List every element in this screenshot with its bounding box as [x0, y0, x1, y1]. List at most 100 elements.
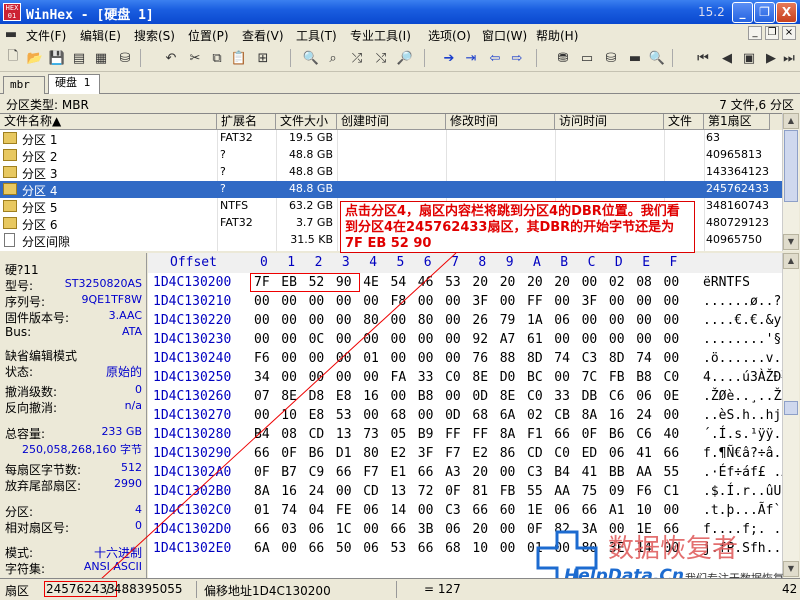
hex-byte[interactable]: 50 — [336, 541, 352, 556]
scroll-up-button[interactable]: ▲ — [783, 113, 799, 129]
hex-row[interactable]: 1D4C130250 34 00 00 00 00 FA 33 C0 8E D0 BC 00 7C FB B8… — [148, 368, 782, 387]
hex-byte[interactable]: 06 — [363, 503, 379, 518]
file-list-row[interactable]: 分区 2? 48.8 GB 40965813 — [0, 147, 782, 164]
hex-byte[interactable]: 00 — [254, 332, 270, 347]
hex-byte[interactable]: C1 — [664, 484, 680, 499]
hex-byte[interactable]: FF — [445, 427, 461, 442]
hex-byte[interactable]: 6A — [500, 408, 516, 423]
hex-byte[interactable]: 68 — [445, 541, 461, 556]
hex-byte[interactable]: FB — [609, 370, 625, 385]
hex-byte[interactable]: CD — [527, 446, 543, 461]
hex-byte[interactable]: C3 — [445, 503, 461, 518]
hex-byte[interactable]: CD — [363, 484, 379, 499]
hex-byte[interactable]: E1 — [391, 465, 407, 480]
hex-byte[interactable]: 13 — [336, 427, 352, 442]
hex-byte[interactable]: 66 — [554, 427, 570, 442]
hex-byte[interactable]: 75 — [582, 484, 598, 499]
hex-byte[interactable]: 66 — [391, 522, 407, 537]
hex-row[interactable]: 1D4C130240 F6 00 00 00 01 00 00 00 76 88 8D 74 C3 8D 74… — [148, 349, 782, 368]
hex-byte[interactable]: C0 — [527, 389, 543, 404]
hex-byte[interactable]: B9 — [418, 427, 434, 442]
hex-byte[interactable]: 10 — [472, 541, 488, 556]
menu-window[interactable]: 窗口(W) — [482, 27, 527, 44]
hex-byte[interactable]: E2 — [391, 446, 407, 461]
hex-byte[interactable]: 80 — [363, 446, 379, 461]
hex-byte[interactable]: B4 — [254, 427, 270, 442]
hex-byte[interactable]: 3F — [582, 294, 598, 309]
search-tool-icon[interactable]: 🔍 — [648, 49, 666, 67]
menu-tools[interactable]: 工具(T) — [296, 27, 337, 44]
hex-byte[interactable]: 41 — [582, 465, 598, 480]
hex-row[interactable]: 1D4C1302C0 01 74 04 FE 06 14 00 C3 66 60 1E 06 66 A1 10… — [148, 501, 782, 520]
hex-byte[interactable]: 8E — [500, 389, 516, 404]
hex-byte[interactable]: 8A — [500, 427, 516, 442]
find-again-icon[interactable]: 🔎 — [396, 49, 414, 67]
hex-byte[interactable]: 00 — [582, 275, 598, 290]
hex-byte[interactable]: 60 — [500, 503, 516, 518]
disk-tools-icon[interactable]: ⛁ — [602, 49, 620, 67]
hex-byte[interactable]: 68 — [472, 408, 488, 423]
hex-byte[interactable]: 06 — [636, 389, 652, 404]
hex-byte[interactable]: AA — [636, 465, 652, 480]
hex-byte[interactable]: 00 — [500, 541, 516, 556]
hex-byte[interactable]: 8D — [609, 351, 625, 366]
hex-byte[interactable]: DB — [582, 389, 598, 404]
hex-byte[interactable]: B4 — [554, 465, 570, 480]
hex-byte[interactable]: 03 — [281, 522, 297, 537]
hex-byte[interactable]: 41 — [636, 446, 652, 461]
col-attr[interactable]: 文件 — [664, 114, 704, 130]
hex-byte[interactable]: 00 — [418, 503, 434, 518]
hex-byte[interactable]: 00 — [281, 332, 297, 347]
hex-byte[interactable]: 00 — [609, 313, 625, 328]
hex-byte[interactable]: 00 — [445, 313, 461, 328]
hex-byte[interactable]: 66 — [418, 465, 434, 480]
hex-byte[interactable]: CB — [554, 408, 570, 423]
hex-byte[interactable]: 86 — [500, 446, 516, 461]
hex-byte[interactable]: 00 — [363, 370, 379, 385]
mdi-minimize-button[interactable]: _ — [748, 26, 762, 40]
hex-byte[interactable]: 00 — [336, 370, 352, 385]
hex-byte[interactable]: FE — [336, 503, 352, 518]
hex-row[interactable]: 1D4C130280 B4 08 CD 13 73 05 B9 FF FF 8A F1 66 0F B6 C6… — [148, 425, 782, 444]
mdi-restore-button[interactable]: ❐ — [765, 26, 779, 40]
hex-byte[interactable]: 00 — [309, 313, 325, 328]
hex-byte[interactable]: 00 — [445, 351, 461, 366]
hex-byte[interactable]: C0 — [445, 370, 461, 385]
hex-byte[interactable]: 0F — [281, 446, 297, 461]
hex-byte[interactable]: 88 — [500, 351, 516, 366]
hex-byte[interactable]: 16 — [281, 484, 297, 499]
print-icon[interactable]: ▤ — [70, 49, 88, 67]
hex-ascii[interactable]: 4....ú3ÀŽÐ¼.|û¸À — [703, 370, 782, 385]
hex-byte[interactable]: F8 — [391, 294, 407, 309]
hex-row[interactable]: 1D4C130230 00 00 0C 00 00 00 00 00 92 A7 61 00 00 00 00… — [148, 330, 782, 349]
col-created[interactable]: 创建时间 — [337, 114, 446, 130]
hex-ascii[interactable]: ....€.€.&y...... — [703, 313, 782, 328]
hex-byte[interactable]: 00 — [636, 332, 652, 347]
hex-ascii[interactable]: ëRNTFS — [703, 275, 750, 290]
hex-row[interactable]: 1D4C130200 7F EB 52 90 4E 54 46 53 20 20 20 20 00 02 08… — [148, 273, 782, 292]
hex-row[interactable]: 1D4C130290 66 0F B6 D1 80 E2 3F F7 E2 86 CD C0 ED 06 41… — [148, 444, 782, 463]
hex-byte[interactable]: C6 — [609, 389, 625, 404]
hex-byte[interactable]: 00 — [582, 313, 598, 328]
hex-byte[interactable]: 00 — [664, 351, 680, 366]
hex-row[interactable]: 1D4C130270 00 10 E8 53 00 68 00 0D 68 6A 02 CB 8A 16 24… — [148, 406, 782, 425]
hex-byte[interactable]: A1 — [609, 503, 625, 518]
hex-byte[interactable]: 06 — [309, 522, 325, 537]
hex-byte[interactable]: 00 — [609, 294, 625, 309]
hex-byte[interactable]: 80 — [418, 313, 434, 328]
hex-ascii[interactable]: ......ø..?.ÿ.?.. — [703, 294, 782, 309]
hex-byte[interactable]: 24 — [309, 484, 325, 499]
hex-byte[interactable]: E2 — [472, 446, 488, 461]
tab-disk-1[interactable]: 硬盘 1 — [48, 74, 100, 94]
hex-byte[interactable]: 74 — [636, 351, 652, 366]
menu-help[interactable]: 帮助(H) — [536, 27, 578, 44]
hex-byte[interactable]: 8A — [582, 408, 598, 423]
hex-byte[interactable]: 10 — [281, 408, 297, 423]
hex-ascii[interactable]: .·Éf÷áf£ .Ã´A»ªU — [703, 465, 782, 480]
hex-byte[interactable]: 00 — [363, 522, 379, 537]
hex-byte[interactable]: 8D — [527, 351, 543, 366]
hex-byte[interactable]: 8A — [254, 484, 270, 499]
hex-byte[interactable]: B7 — [281, 465, 297, 480]
hex-byte[interactable]: 72 — [418, 484, 434, 499]
hex-byte[interactable]: 0F — [254, 465, 270, 480]
